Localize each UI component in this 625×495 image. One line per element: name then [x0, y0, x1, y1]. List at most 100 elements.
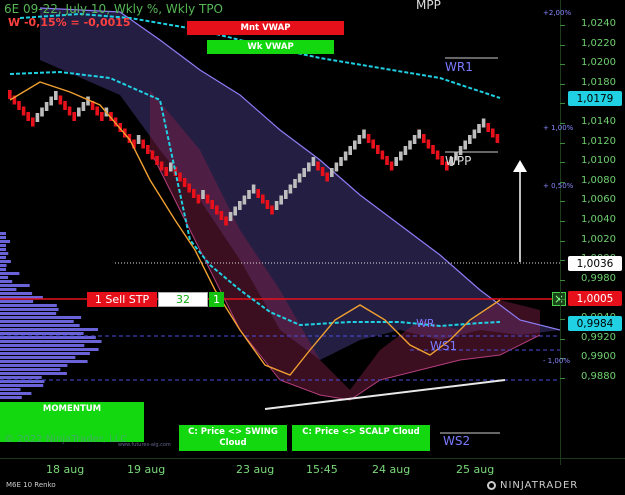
order-quantity-box[interactable]: 32 — [158, 292, 208, 307]
tpo-bar — [0, 312, 57, 315]
renko-down-brick — [21, 106, 26, 116]
tpo-bar — [0, 276, 9, 279]
tpo-bar — [0, 292, 33, 295]
renko-down-brick — [31, 117, 35, 127]
scalp-cloud-button[interactable]: C: Price <> SCALP Cloud — [292, 425, 430, 451]
sell-stop-label: 1 Sell STP — [94, 293, 150, 306]
renko-down-brick — [486, 123, 490, 132]
renko-up-brick — [357, 135, 362, 144]
tpo-bar — [0, 308, 59, 311]
renko-up-brick — [468, 135, 472, 144]
price-plot-area[interactable]: 6E 09-22, July 10, Wkly %, Wkly TPO W -0… — [0, 0, 566, 465]
renko-up-brick — [311, 157, 316, 166]
renko-up-brick — [44, 102, 49, 111]
renko-up-brick — [412, 135, 417, 144]
chart-window: 6E 09-22, July 10, Wkly %, Wkly TPO W -0… — [0, 0, 625, 495]
date-label-23-aug: 23 aug — [236, 463, 275, 476]
price-tick-label: 1,0240 — [581, 18, 616, 29]
tpo-bar — [0, 328, 98, 331]
renko-up-brick — [77, 107, 81, 117]
renko-down-brick — [26, 112, 30, 121]
renko-up-brick — [274, 201, 279, 210]
price-chart-svg[interactable] — [0, 0, 560, 465]
price-tick-label: 1,0040 — [581, 214, 616, 225]
renko-up-brick — [297, 173, 302, 183]
pct-label-neg1: - 1,00% — [543, 357, 570, 365]
renko-up-brick — [279, 195, 283, 205]
renko-up-brick — [35, 113, 40, 122]
renko-up-brick — [284, 190, 288, 199]
renko-up-brick — [233, 206, 237, 216]
tpo-bar — [0, 364, 68, 367]
sell-stop-order[interactable]: 1 Sell STP — [87, 292, 157, 307]
ws2-label: WS2 — [443, 434, 471, 448]
renko-up-brick — [49, 96, 53, 106]
renko-down-brick — [178, 172, 182, 182]
renko-up-brick — [247, 190, 251, 199]
watermark-site: www.futures-alg.com — [118, 442, 171, 448]
price-tag-current: 1,0036 — [568, 256, 622, 271]
renko-up-brick — [343, 151, 348, 161]
price-tick-label: 1,0140 — [581, 116, 616, 127]
renko-up-brick — [169, 162, 173, 172]
date-label-25-aug: 25 aug — [456, 463, 495, 476]
renko-down-brick — [164, 167, 168, 176]
price-tick-label: 1,0020 — [581, 233, 616, 245]
wr1-label: WR1 — [445, 60, 473, 74]
renko-up-brick — [136, 135, 141, 144]
renko-down-brick — [256, 189, 260, 198]
tpo-bar — [0, 324, 80, 327]
renko-up-brick — [417, 129, 421, 139]
tpo-bar — [0, 252, 9, 255]
renko-up-brick — [40, 107, 44, 117]
renko-down-brick — [376, 145, 380, 154]
tpo-bar — [0, 244, 6, 247]
swing-cloud — [40, 8, 560, 360]
price-tick-label: 0,9920 — [581, 331, 616, 343]
price-tick-label: 1,0100 — [581, 155, 616, 167]
pct-label-2: +2,00% — [543, 9, 572, 17]
tpo-bar — [0, 352, 90, 355]
renko-down-brick — [159, 161, 164, 171]
renko-up-brick — [472, 129, 477, 139]
renko-up-brick — [399, 151, 403, 161]
wk-vwap-button[interactable]: Wk VWAP — [207, 40, 334, 54]
price-tick-mark — [560, 83, 565, 85]
series-label: M6E 10 Renko — [6, 481, 56, 489]
renko-up-brick — [251, 184, 256, 194]
price-axis[interactable] — [560, 0, 625, 465]
tpo-bar — [0, 368, 61, 371]
renko-down-brick — [205, 194, 210, 204]
price-tick-mark — [560, 279, 565, 281]
tpo-bar — [0, 316, 82, 319]
renko-down-brick — [495, 134, 500, 143]
price-tick-mark — [560, 64, 565, 66]
price-tag-lower: 0,9984 — [568, 316, 622, 331]
renko-up-brick — [242, 195, 247, 205]
wr-label: WR — [416, 317, 435, 330]
order-count-box[interactable]: 1 — [209, 292, 224, 307]
ninjatrader-brand: NINJATRADER — [500, 480, 579, 491]
tpo-bar — [0, 288, 17, 291]
price-tick-mark — [560, 25, 565, 26]
renko-down-brick — [8, 90, 12, 99]
renko-down-brick — [210, 200, 214, 209]
tpo-bar — [0, 300, 34, 303]
renko-down-brick — [155, 156, 159, 165]
swing-cloud-button[interactable]: C: Price <> SWING Cloud — [179, 425, 287, 451]
renko-down-brick — [385, 156, 389, 165]
wpp-label: WPP — [445, 154, 472, 168]
renko-down-brick — [146, 145, 150, 154]
tpo-bar — [0, 360, 88, 363]
renko-up-brick — [362, 129, 366, 139]
price-tick-label: 1,0060 — [581, 194, 616, 206]
price-tick-label: 1,0200 — [581, 57, 616, 69]
renko-up-brick — [228, 212, 233, 221]
renko-up-brick — [339, 157, 343, 166]
price-tick-mark — [560, 142, 565, 144]
renko-up-brick — [201, 190, 205, 199]
price-tick-label: 1,0220 — [581, 37, 616, 49]
mnt-vwap-button[interactable]: Mnt VWAP — [187, 21, 344, 35]
tpo-bar — [0, 240, 11, 243]
tpo-bar — [0, 260, 11, 263]
